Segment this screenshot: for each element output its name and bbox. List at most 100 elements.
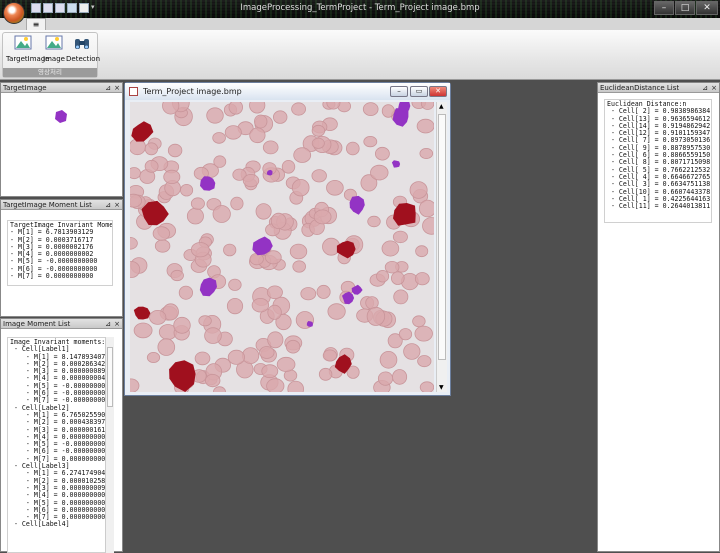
purple-cell	[349, 195, 365, 215]
scroll-down-icon[interactable]: ▼	[439, 384, 444, 391]
red-blood-cell	[130, 193, 142, 208]
document-icon	[129, 87, 138, 96]
target-image-button[interactable]: TargetImage	[6, 35, 50, 63]
red-blood-cell	[262, 140, 279, 155]
target-moment-panel: TargetImage Moment List ⊿ × TargetImage In…	[0, 199, 123, 317]
scrollbar-thumb[interactable]	[107, 347, 113, 407]
distance-line: - Cell[11] = 0.2644013811	[607, 202, 711, 211]
red-blood-cell	[242, 347, 260, 365]
red-blood-cell	[249, 127, 266, 144]
red-blood-cell	[130, 237, 138, 250]
image-moment-scrollbar[interactable]	[105, 337, 114, 553]
detection-label: Detection	[66, 55, 101, 63]
red-blood-cell	[292, 260, 307, 273]
red-blood-cell	[213, 155, 227, 168]
close-button[interactable]: ✕	[696, 1, 718, 15]
red-blood-cell	[130, 167, 141, 180]
target-moment-list[interactable]: TargetImage Invariant Moments:n- M[1] = …	[7, 220, 113, 286]
red-blood-cell	[223, 243, 237, 257]
moment-line: - M[7] = 0.0000000000	[10, 272, 94, 281]
ribbon-tab-strip: ≡	[0, 18, 720, 30]
red-blood-cell	[398, 328, 413, 341]
red-blood-cell	[318, 367, 333, 381]
ribbon-group-label: 영상처리	[3, 68, 97, 77]
red-blood-cell	[186, 207, 204, 225]
red-blood-cell	[414, 272, 430, 286]
close-icon[interactable]: ×	[114, 319, 120, 329]
red-blood-cell	[291, 102, 307, 116]
tab-home[interactable]: ≡	[26, 18, 46, 30]
red-blood-cell	[419, 199, 434, 218]
pin-icon[interactable]: ⊿	[105, 319, 111, 329]
image-button[interactable]: Image	[43, 35, 65, 63]
red-blood-cell	[194, 351, 211, 366]
dark-cell	[169, 360, 196, 392]
red-blood-cell	[228, 102, 243, 115]
scrollbar-thumb[interactable]	[438, 114, 446, 360]
title-bar: ▾ ImageProcessing_TermProject - Term_Pro…	[0, 0, 720, 18]
close-icon[interactable]: ×	[114, 200, 120, 210]
application-menu-button[interactable]	[3, 2, 25, 24]
euclidean-distance-panel: EuclideanDistance List ⊿ × Euclidean Dista…	[597, 82, 720, 552]
image-scrollbar[interactable]: ▲ ▼	[436, 102, 447, 392]
red-blood-cell	[173, 316, 191, 334]
red-blood-cell	[285, 339, 301, 354]
red-blood-cell	[311, 169, 327, 183]
minimize-button[interactable]: –	[654, 1, 674, 15]
red-blood-cell	[212, 132, 226, 144]
red-blood-cell	[272, 110, 288, 124]
pin-icon[interactable]: ⊿	[702, 83, 708, 93]
image-moment-list[interactable]: Image Invariant moments:n - Cell[Label1]…	[7, 337, 113, 553]
red-blood-cell	[403, 343, 421, 360]
red-blood-cell	[163, 169, 181, 185]
euclidean-distance-list[interactable]: Euclidean Distance:n - Cell[ 2] = 0.9838…	[604, 99, 712, 223]
red-blood-cell	[226, 298, 244, 315]
red-blood-cell	[253, 114, 268, 129]
restore-button[interactable]: ▭	[410, 86, 428, 97]
red-blood-cell	[146, 351, 161, 363]
red-blood-cell	[289, 243, 308, 260]
red-blood-cell	[255, 203, 272, 220]
window-title: ImageProcessing_TermProject - Term_Proje…	[240, 3, 480, 13]
pin-icon[interactable]: ⊿	[105, 200, 111, 210]
red-blood-cell	[300, 287, 317, 301]
close-icon[interactable]: ×	[711, 83, 717, 93]
minimize-button[interactable]: –	[390, 86, 408, 97]
close-button[interactable]: ✕	[429, 86, 447, 97]
detection-button[interactable]: Detection	[66, 35, 101, 63]
panel-header: Image Moment List ⊿ ×	[1, 319, 122, 329]
close-icon[interactable]: ×	[114, 83, 120, 93]
image-window[interactable]: Term_Project image.bmp – ▭ ✕ ▲ ▼	[124, 82, 451, 396]
maximize-button[interactable]: □	[675, 1, 695, 15]
red-blood-cell	[419, 381, 434, 392]
red-blood-cell	[370, 164, 389, 181]
red-blood-cell	[287, 380, 304, 392]
red-blood-cell	[362, 102, 379, 116]
image-window-title: Term_Project image.bmp	[143, 87, 242, 96]
pin-icon[interactable]: ⊿	[105, 83, 111, 93]
red-blood-cell	[130, 378, 140, 392]
panel-header: TargetImage Moment List ⊿ ×	[1, 200, 122, 210]
red-blood-cell	[261, 364, 279, 379]
panel-title: Image Moment List	[3, 320, 71, 328]
red-blood-cell	[409, 181, 428, 199]
red-blood-cell	[242, 174, 260, 188]
red-blood-cell	[322, 349, 337, 362]
panel-header: TargetImage ⊿ ×	[1, 83, 122, 93]
red-blood-cell	[149, 309, 167, 325]
red-blood-cell	[212, 205, 231, 223]
red-blood-cell	[311, 137, 325, 149]
red-blood-cell	[313, 209, 332, 225]
red-blood-cell	[374, 146, 390, 161]
red-blood-cell	[266, 378, 285, 392]
red-blood-cell	[291, 178, 310, 197]
image-window-header[interactable]: Term_Project image.bmp – ▭ ✕	[125, 83, 450, 100]
red-blood-cell	[198, 315, 212, 327]
target-image-label: TargetImage	[6, 55, 50, 63]
target-cell-thumbnail	[55, 110, 67, 123]
red-blood-cell	[267, 304, 282, 320]
red-blood-cell	[154, 239, 171, 253]
scroll-up-icon[interactable]: ▲	[439, 103, 444, 110]
red-blood-cell	[384, 260, 400, 274]
red-blood-cell	[392, 230, 408, 244]
